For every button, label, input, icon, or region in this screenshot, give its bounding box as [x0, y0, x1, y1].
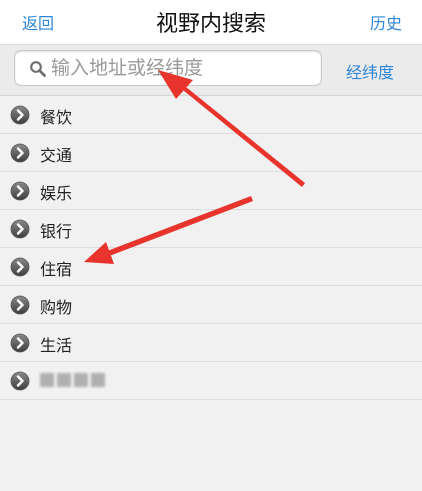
history-button[interactable]: 历史 [370, 10, 402, 34]
list-item-label: 生活 [40, 336, 73, 355]
list-item-label: 餐饮 [40, 108, 73, 127]
list-item-life[interactable]: 生活 [0, 324, 422, 362]
list-item-label: 交通 [40, 146, 73, 165]
list-item-shopping[interactable]: 购物 [0, 286, 422, 324]
chevron-right-circle-icon [10, 333, 30, 353]
chevron-right-circle-icon [10, 257, 30, 277]
search-input[interactable] [51, 54, 311, 82]
search-field[interactable] [14, 50, 322, 86]
list-item-dining[interactable]: 餐饮 [0, 96, 422, 134]
search-bar: 经纬度 [0, 44, 422, 96]
chevron-right-circle-icon [10, 143, 30, 163]
list-item-entertainment[interactable]: 娱乐 [0, 172, 422, 210]
chevron-right-circle-icon [10, 371, 30, 391]
latlng-button[interactable]: 经纬度 [346, 59, 394, 83]
blurred-label [40, 373, 105, 387]
list-item-lodging[interactable]: 住宿 [0, 248, 422, 286]
list-item-label: 娱乐 [40, 184, 73, 203]
list-item-bank[interactable]: 银行 [0, 210, 422, 248]
navigation-bar: 返回 视野内搜索 历史 [0, 0, 422, 44]
chevron-right-circle-icon [10, 295, 30, 315]
chevron-right-circle-icon [10, 105, 30, 125]
list-item-redacted[interactable] [0, 362, 422, 400]
category-list: 餐饮 交通 娱乐 银行 住宿 购物 生活 [0, 96, 422, 400]
chevron-right-circle-icon [10, 219, 30, 239]
search-icon [30, 61, 46, 77]
page-title: 视野内搜索 [155, 12, 266, 37]
list-item-label: 银行 [40, 222, 73, 241]
list-item-label: 住宿 [40, 260, 73, 279]
list-item-label: 购物 [40, 298, 73, 317]
chevron-right-circle-icon [10, 181, 30, 201]
list-item-transport[interactable]: 交通 [0, 134, 422, 172]
